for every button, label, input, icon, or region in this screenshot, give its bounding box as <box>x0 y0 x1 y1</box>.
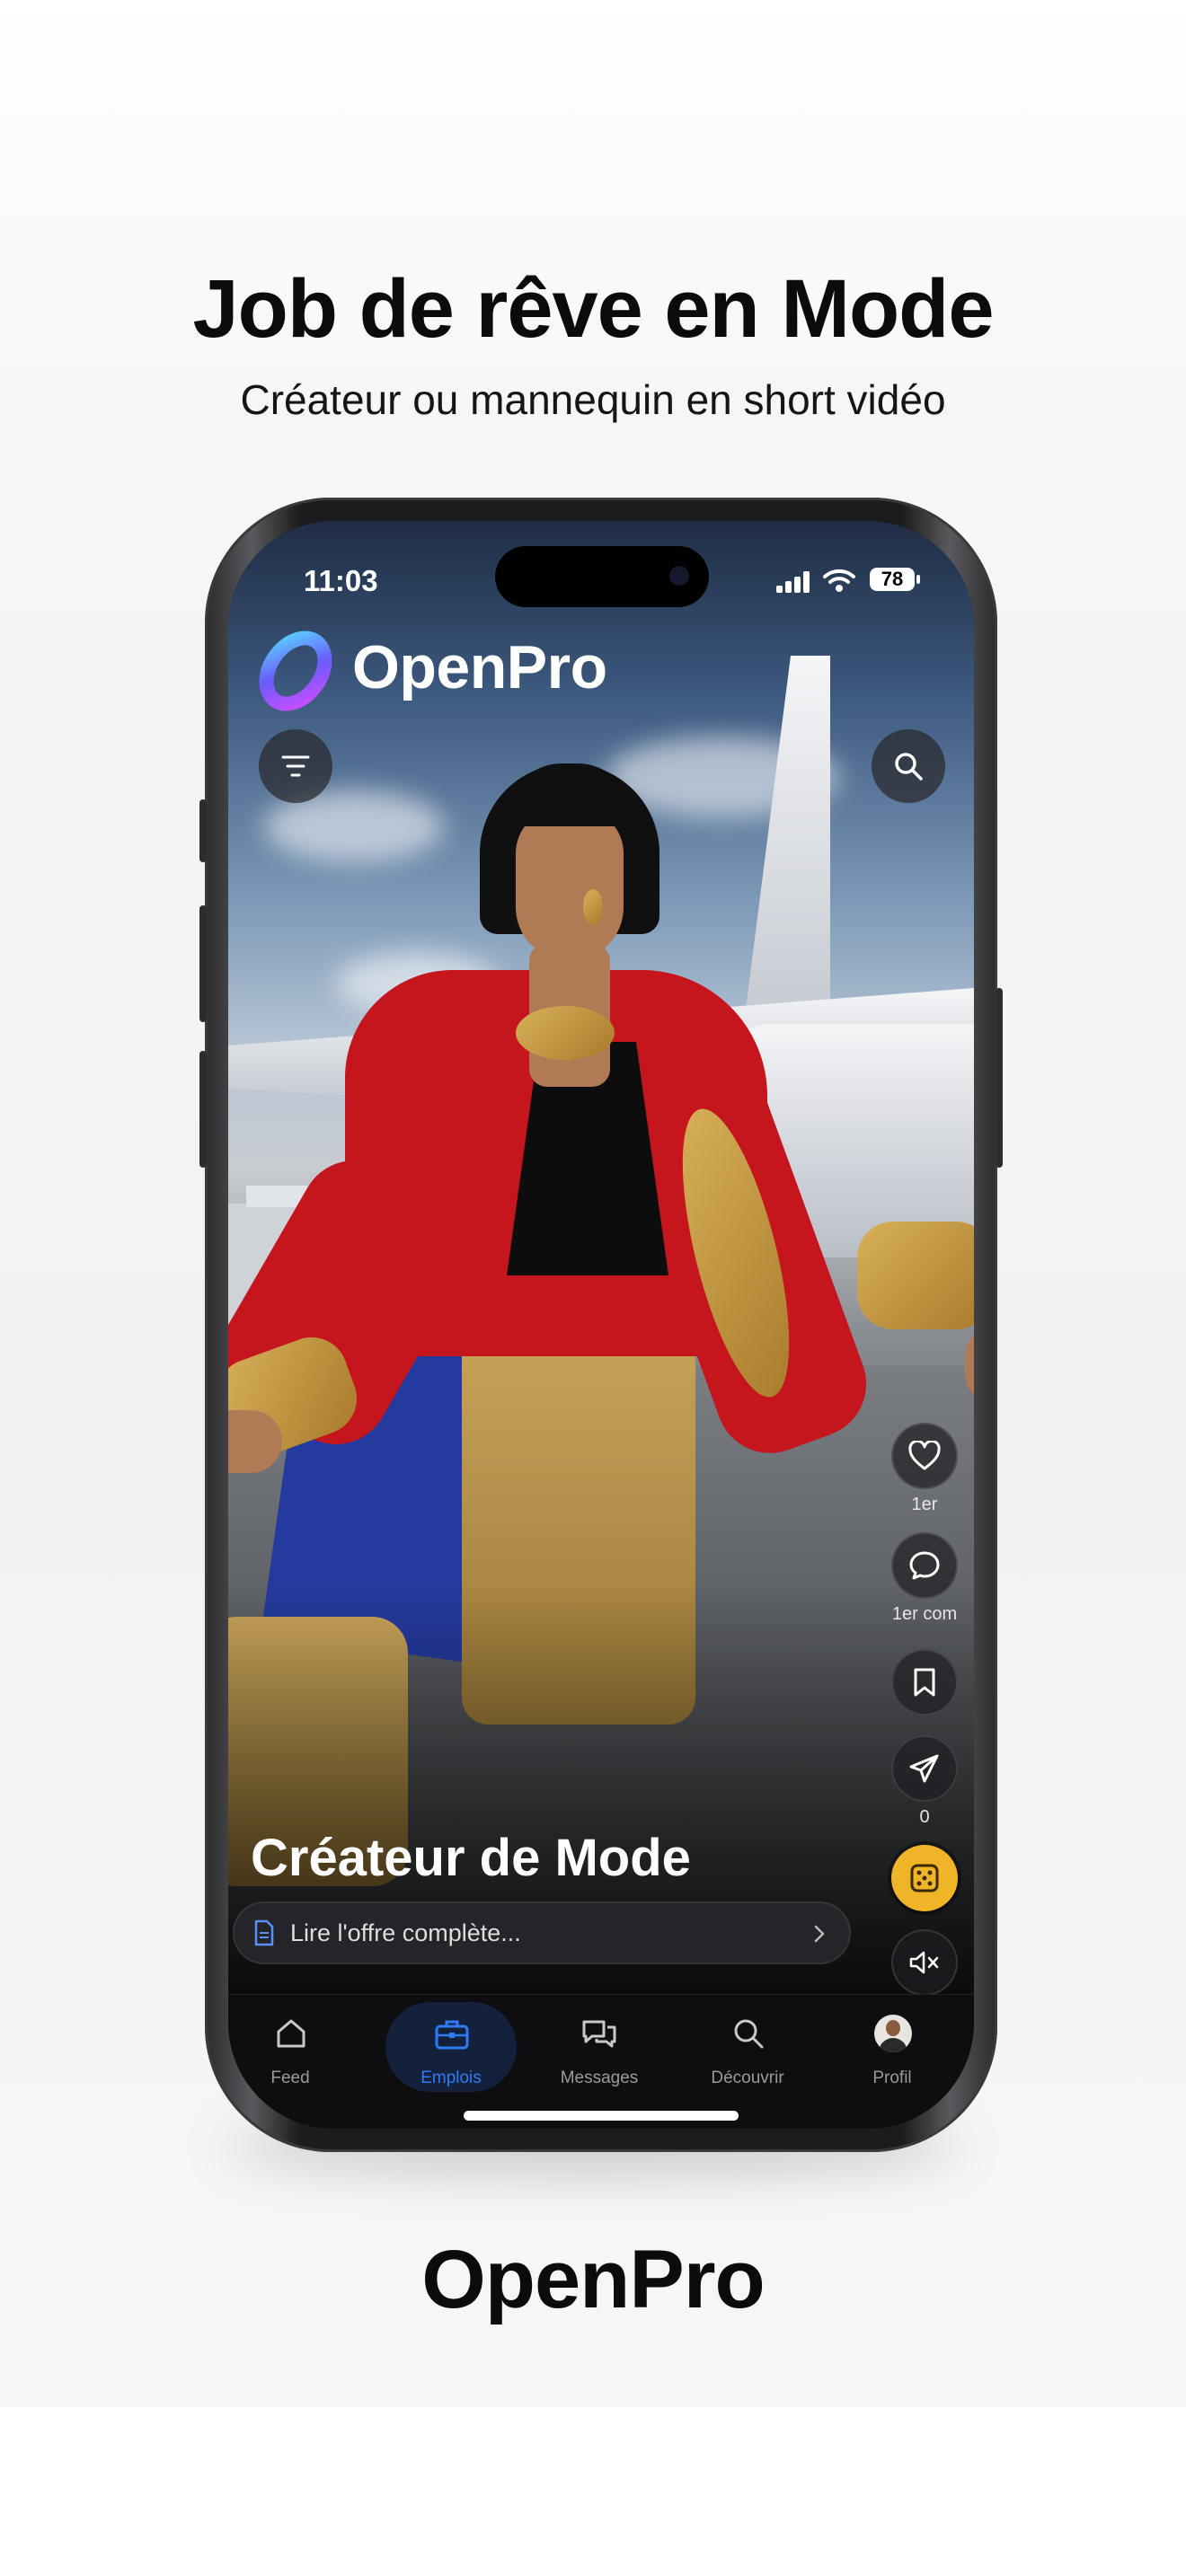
search-button[interactable] <box>872 729 945 803</box>
speaker-muted-icon <box>909 1951 939 1974</box>
home-icon <box>277 2019 305 2048</box>
briefcase-icon <box>435 2020 469 2050</box>
nav-label-profil: Profil <box>872 2069 912 2087</box>
phone-action-button <box>199 799 207 862</box>
nav-label-emplois: Emplois <box>420 2069 482 2087</box>
battery-tip <box>916 575 920 584</box>
save-button[interactable] <box>891 1649 958 1716</box>
comment-count: 1er com <box>891 1604 958 1624</box>
wifi-icon <box>823 569 855 592</box>
nav-label-feed: Feed <box>270 2069 310 2087</box>
search-icon <box>895 753 923 781</box>
job-title: Créateur de Mode <box>251 1829 691 1887</box>
home-indicator <box>464 2111 739 2121</box>
share-button[interactable] <box>891 1735 958 1802</box>
dice-icon <box>910 1864 939 1892</box>
app-screen: 11:03 78 OpenPro 1er 1er com 0 Créateur … <box>228 521 974 2129</box>
dynamic-island <box>495 546 709 607</box>
promo-subheadline: Créateur ou mannequin en short vidéo <box>240 376 946 423</box>
like-button[interactable] <box>891 1423 958 1489</box>
chat-bubbles-icon <box>582 2020 616 2048</box>
filter-lines-icon <box>281 755 310 777</box>
chevron-right-icon <box>814 1925 825 1943</box>
nav-item-feed[interactable]: Feed <box>228 2011 353 2101</box>
footer-brand: OpenPro <box>421 2234 765 2325</box>
app-brand-name: OpenPro <box>352 633 607 701</box>
share-count: 0 <box>919 1807 930 1827</box>
openpro-logo <box>259 631 332 711</box>
search-icon <box>734 2019 764 2049</box>
bottom-navigation: Feed Emplois Messages Découvrir Profil <box>228 1994 974 2129</box>
bookmark-icon <box>914 1668 935 1697</box>
heart-icon <box>908 1441 941 1470</box>
nav-item-emplois[interactable]: Emplois <box>388 2011 514 2101</box>
nav-label-decouvrir: Découvrir <box>711 2069 784 2087</box>
cellular-signal-icon <box>776 571 816 593</box>
nav-label-messages: Messages <box>560 2069 639 2087</box>
random-button[interactable] <box>891 1845 958 1911</box>
promo-headline: Job de rêve en Mode <box>192 263 994 355</box>
mute-button[interactable] <box>891 1929 958 1996</box>
like-count: 1er <box>911 1495 938 1514</box>
nav-item-messages[interactable]: Messages <box>536 2011 662 2101</box>
comment-bubble-icon <box>909 1551 940 1580</box>
phone-volume-up <box>199 905 207 1022</box>
comment-button[interactable] <box>891 1532 958 1599</box>
avatar <box>874 2015 912 2052</box>
read-full-offer-label: Lire l'offre complète... <box>290 1919 521 1946</box>
phone-power-button <box>996 988 1003 1168</box>
send-icon <box>909 1754 939 1783</box>
nav-item-decouvrir[interactable]: Découvrir <box>685 2011 810 2101</box>
status-time: 11:03 <box>304 564 378 597</box>
read-full-offer-button[interactable]: Lire l'offre complète... <box>233 1901 851 1964</box>
nav-item-profil[interactable]: Profil <box>829 2011 955 2101</box>
phone-volume-down <box>199 1051 207 1168</box>
battery-level: 78 <box>870 568 915 591</box>
document-icon <box>254 1919 274 1946</box>
filter-button[interactable] <box>259 729 332 803</box>
